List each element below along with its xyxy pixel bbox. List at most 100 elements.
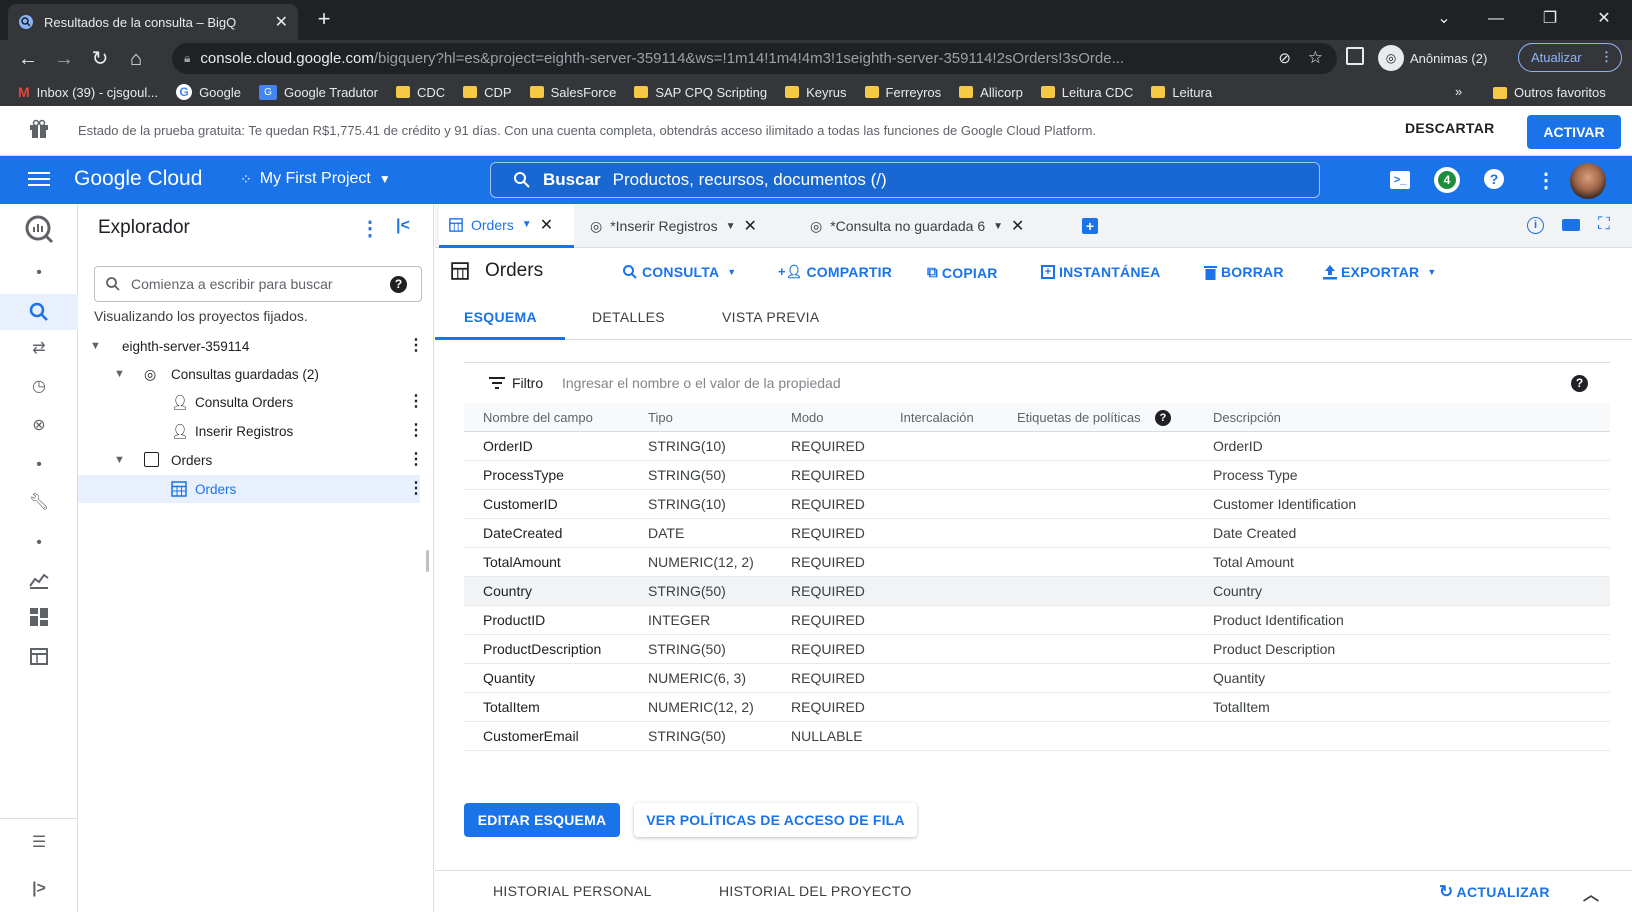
edit-schema-button[interactable]: EDITAR ESQUEMA <box>464 803 620 837</box>
more-vert-icon[interactable]: ⋮ <box>408 452 424 468</box>
filter-icon[interactable] <box>489 376 505 390</box>
bookmark-cdc[interactable]: CDC <box>395 85 445 100</box>
share-button[interactable]: +👤︎ COMPARTIR <box>778 264 892 280</box>
new-tab-icon[interactable]: + <box>312 8 336 32</box>
bookmark-google[interactable]: G Google <box>176 84 241 100</box>
table-row[interactable]: CustomerID STRING(10) REQUIRED Customer Ide… <box>464 490 1610 519</box>
bookmark-salesforce[interactable]: SalesForce <box>529 85 616 100</box>
table-icon[interactable] <box>26 644 52 670</box>
dismiss-button[interactable]: DESCARTAR <box>1405 120 1495 136</box>
export-button[interactable]: EXPORTAR ▼ <box>1323 264 1436 280</box>
tab-unsaved-query[interactable]: ◎ *Consulta no guardada 6 ▼ ✕ <box>810 204 1024 248</box>
help-icon[interactable]: ? <box>1155 410 1171 426</box>
eye-off-icon[interactable]: ⊘ <box>1278 49 1291 67</box>
global-search-input[interactable]: Buscar Productos, recursos, documentos (… <box>490 162 1320 198</box>
browser-tab[interactable]: Resultados de la consulta – BigQ ✕ <box>8 4 298 40</box>
update-button[interactable]: Atualizar ⋮ <box>1518 43 1622 72</box>
tree-project[interactable]: ▼ eighth-server-359114 ⋮ <box>78 332 424 360</box>
delete-button[interactable]: BORRAR <box>1204 264 1284 280</box>
dashboard-icon[interactable] <box>26 604 52 630</box>
help-icon[interactable]: ? <box>1571 375 1588 392</box>
resize-handle[interactable] <box>426 550 429 572</box>
home-icon[interactable]: ⌂ <box>118 43 154 75</box>
tab-project-history[interactable]: HISTORIAL DEL PROYECTO <box>719 883 912 899</box>
bigquery-logo-icon[interactable] <box>24 214 54 244</box>
wrench-icon[interactable]: 🔧︎ <box>26 490 52 516</box>
more-vert-icon[interactable]: ⋮ <box>360 216 380 241</box>
table-row[interactable]: TotalItem NUMERIC(12, 2) REQUIRED TotalItem <box>464 693 1610 722</box>
avatar[interactable] <box>1570 163 1606 199</box>
query-button[interactable]: CONSULTA ▼ <box>622 264 736 280</box>
help-icon[interactable]: ? <box>390 276 407 293</box>
tab-schema[interactable]: ESQUEMA <box>464 309 537 325</box>
table-row[interactable]: Country STRING(50) REQUIRED Country <box>464 577 1610 606</box>
tab-preview[interactable]: VISTA PREVIA <box>722 309 820 325</box>
bookmark-leitura[interactable]: Leitura <box>1151 85 1212 100</box>
tree-saved-queries[interactable]: ▼ ◎ Consultas guardadas (2) <box>78 360 420 388</box>
bookmark-keyrus[interactable]: Keyrus <box>785 85 847 100</box>
tree-dataset[interactable]: ▼ Orders ⋮ <box>78 446 424 474</box>
table-row[interactable]: ProductID INTEGER REQUIRED Product Identifi… <box>464 606 1610 635</box>
more-vert-icon[interactable]: ⋮ <box>408 423 424 439</box>
add-tab-icon[interactable]: + <box>1082 218 1098 234</box>
bookmark-gmail[interactable]: M Inbox (39) - cjsgoul... <box>18 84 158 100</box>
analytics-hub-icon[interactable]: ⊗ <box>26 413 52 439</box>
refresh-button[interactable]: ↻ ACTUALIZAR <box>1439 882 1550 902</box>
caret-down-icon[interactable]: ▼ <box>522 219 532 230</box>
bookmark-ferreyros[interactable]: Ferreyros <box>864 85 941 100</box>
bookmark-star-icon[interactable]: ☆ <box>1308 48 1323 68</box>
back-icon[interactable]: ← <box>10 43 46 75</box>
table-row[interactable]: ProcessType STRING(50) REQUIRED Process Typ… <box>464 461 1610 490</box>
bookmark-cdp[interactable]: CDP <box>463 85 512 100</box>
caret-down-icon[interactable]: ▼ <box>90 340 101 352</box>
fullscreen-icon[interactable]: ⛶ <box>1598 214 1610 234</box>
tree-saved-query-item[interactable]: 👤︎ Consulta Orders ⋮ <box>78 388 424 416</box>
more-vert-icon[interactable]: ⋮ <box>1536 168 1556 193</box>
minimize-icon[interactable]: — <box>1476 6 1516 32</box>
table-row[interactable]: Quantity NUMERIC(6, 3) REQUIRED Quantity <box>464 664 1610 693</box>
more-vert-icon[interactable]: ⋮ <box>408 394 424 410</box>
table-row[interactable]: DateCreated DATE REQUIRED Date Created <box>464 519 1610 548</box>
tab-personal-history[interactable]: HISTORIAL PERSONAL <box>493 883 652 899</box>
bookmarks-overflow[interactable]: » <box>1455 84 1462 99</box>
chevron-up-icon[interactable]: ︿ <box>1583 881 1599 905</box>
info-icon[interactable]: i <box>1527 217 1544 234</box>
caret-down-icon[interactable]: ▼ <box>114 368 125 380</box>
activate-button[interactable]: ACTIVAR <box>1527 115 1621 149</box>
monitoring-chart-icon[interactable] <box>26 566 52 592</box>
tab-search-icon[interactable]: ⌄ <box>1424 6 1464 32</box>
table-row[interactable]: OrderID STRING(10) REQUIRED OrderID <box>464 432 1610 461</box>
incognito-indicator[interactable]: ◎ Anônimas (2) <box>1378 44 1502 72</box>
bookmark-allicorp[interactable]: Allicorp <box>959 85 1023 100</box>
close-icon[interactable]: ✕ <box>540 215 553 235</box>
expand-rail-icon[interactable]: |> <box>26 876 52 902</box>
notifications-badge[interactable]: 4 <box>1434 167 1460 193</box>
caret-down-icon[interactable]: ▼ <box>726 221 736 232</box>
cloud-shell-icon[interactable]: >_ <box>1390 171 1410 189</box>
table-row[interactable]: ProductDescription STRING(50) REQUIRED Prod… <box>464 635 1610 664</box>
explorer-search-input[interactable]: Comienza a escribir para buscar ? <box>94 266 422 302</box>
address-bar[interactable]: 🔒︎ console.cloud.google.com/bigquery?hl=… <box>172 43 1337 74</box>
snapshot-button[interactable]: + INSTANTÁNEA <box>1041 264 1161 280</box>
more-vert-icon[interactable]: ⋮ <box>408 481 424 497</box>
caret-down-icon[interactable]: ▼ <box>114 454 125 466</box>
tab-details[interactable]: DETALLES <box>592 309 665 325</box>
bookmark-sap-cpq[interactable]: SAP CPQ Scripting <box>634 85 767 100</box>
close-icon[interactable]: ✕ <box>1011 216 1024 236</box>
transfer-icon[interactable]: ⇄ <box>26 336 52 362</box>
filter-input[interactable]: Ingresar el nombre o el valor de la prop… <box>562 375 1462 391</box>
side-panel-icon[interactable] <box>1346 47 1364 65</box>
forward-icon[interactable]: → <box>46 43 82 75</box>
bookmark-translate[interactable]: G Google Tradutor <box>258 84 378 100</box>
google-cloud-logo[interactable]: Google Cloud <box>74 167 202 191</box>
tree-saved-query-item[interactable]: 👤︎ Inserir Registros ⋮ <box>78 417 424 445</box>
tab-orders[interactable]: Orders ▼ ✕ <box>439 204 574 248</box>
close-window-icon[interactable]: ✕ <box>1584 6 1624 32</box>
collapse-panel-icon[interactable]: |< <box>396 217 410 235</box>
row-access-policies-button[interactable]: VER POLÍTICAS DE ACCESO DE FILA <box>634 803 917 837</box>
restore-icon[interactable]: ❐ <box>1530 6 1570 32</box>
tab-inserir-registros[interactable]: ◎ *Inserir Registros ▼ ✕ <box>590 204 757 248</box>
project-selector[interactable]: ⁘ My First Project ▼ <box>240 170 391 188</box>
scheduled-queries-icon[interactable]: ◷ <box>26 374 52 400</box>
menu-icon[interactable] <box>28 170 50 188</box>
